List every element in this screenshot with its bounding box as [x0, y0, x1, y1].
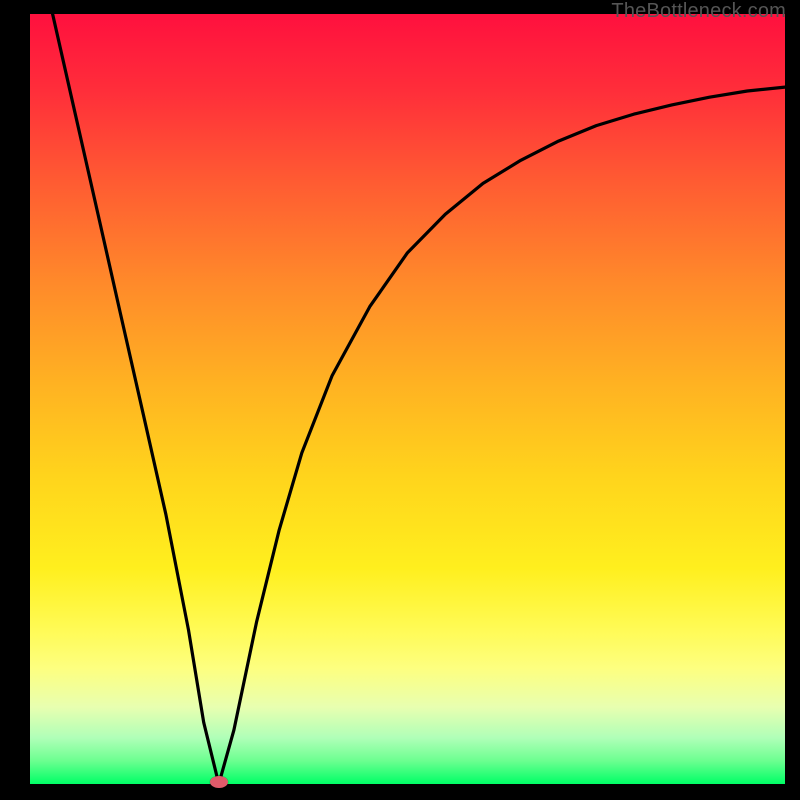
- watermark-text: TheBottleneck.com: [611, 0, 786, 23]
- chart-frame: TheBottleneck.com: [0, 0, 800, 800]
- bottleneck-curve: [53, 14, 785, 784]
- plot-area: [30, 14, 785, 784]
- minimum-marker: [210, 776, 228, 788]
- curve-svg: [30, 14, 785, 784]
